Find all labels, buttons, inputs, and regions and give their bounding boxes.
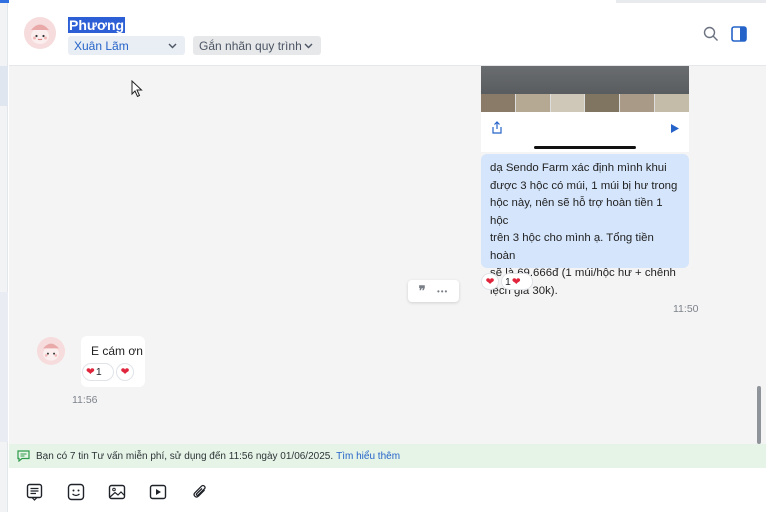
panel-toggle-icon[interactable] [731, 26, 747, 45]
heart-icon: ❤ [120, 366, 130, 378]
message-line: được 3 hộc có múi, 1 múi bị hư trong [490, 179, 678, 192]
message-line: hộc này, nên sẽ hỗ trợ hoàn tiền 1 hộc [490, 197, 663, 227]
heart-icon: ❤ [485, 275, 495, 288]
reaction-count-value: 1 [95, 366, 102, 378]
image-message[interactable] [481, 66, 689, 152]
reaction-count-value: 1 [505, 275, 511, 288]
image-thumbnails [481, 94, 689, 112]
video-icon[interactable] [148, 482, 168, 502]
learn-more-link[interactable]: Tìm hiểu thêm [336, 451, 400, 462]
composer-toolbar [9, 468, 766, 512]
reaction-add[interactable]: ❤ [116, 363, 134, 381]
message-line: trên 3 hộc cho mình ạ. Tổng tiền hoàn [490, 232, 654, 262]
heart-icon: ❤ [86, 366, 95, 378]
scrollbar-thumb[interactable] [757, 386, 761, 444]
conversation-area: dạ Sendo Farm xác định mình khui được 3 … [9, 66, 766, 444]
contact-name[interactable]: Phương [68, 17, 126, 33]
share-icon[interactable] [491, 121, 503, 137]
left-panel-edge [0, 0, 8, 512]
left-panel-highlight [0, 292, 8, 442]
message-timestamp: 11:50 [673, 303, 699, 315]
chevron-down-icon [303, 40, 314, 54]
left-panel-highlight [0, 66, 8, 106]
image-home-indicator [534, 146, 636, 149]
outgoing-message-bubble[interactable]: dạ Sendo Farm xác định mình khui được 3 … [481, 154, 689, 297]
more-icon[interactable]: ••• [437, 287, 448, 296]
header-top-shadow [616, 0, 766, 3]
chat-header: Phương Xuân Lãm Gắn nhãn quy trình [9, 0, 766, 66]
notice-text: Bạn có 7 tin Tư vấn miễn phí, sử dụng đế… [36, 450, 334, 462]
free-consult-notice: Bạn có 7 tin Tư vấn miễn phí, sử dụng đế… [9, 444, 766, 468]
search-icon[interactable] [703, 26, 719, 45]
message-text: E cám ơn [91, 344, 143, 358]
assignee-dropdown[interactable]: Xuân Lãm [68, 36, 185, 55]
assignee-value: Xuân Lãm [74, 38, 129, 53]
reaction-count[interactable]: 1 ❤ [501, 273, 533, 290]
image-icon[interactable] [107, 482, 127, 502]
mouse-cursor-icon [131, 79, 143, 101]
message-actions: ❞ ••• [408, 280, 459, 302]
chat-bubble-icon [17, 450, 30, 462]
message-timestamp: 11:56 [72, 394, 98, 406]
contact-avatar[interactable] [24, 17, 56, 49]
sender-avatar[interactable] [37, 337, 65, 365]
attachment-icon[interactable] [190, 482, 210, 502]
workflow-label-dropdown[interactable]: Gắn nhãn quy trình [193, 36, 321, 55]
message-line: dạ Sendo Farm xác định mình khui [490, 162, 667, 174]
quote-icon[interactable]: ❞ [419, 283, 426, 299]
workflow-label-value: Gắn nhãn quy trình [199, 38, 302, 53]
heart-icon: ❤ [511, 275, 521, 288]
template-icon[interactable] [24, 482, 44, 502]
reaction-count[interactable]: ❤ 1 [82, 363, 114, 381]
reaction-add[interactable]: ❤ [481, 273, 499, 290]
chevron-down-icon [167, 40, 178, 54]
play-icon[interactable] [670, 122, 680, 137]
sticker-icon[interactable] [66, 482, 86, 502]
